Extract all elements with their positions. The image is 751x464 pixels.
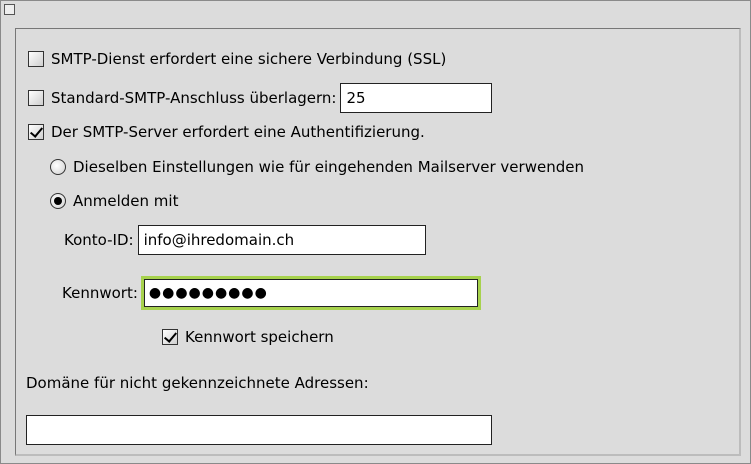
save-password-label: Kennwort speichern [185,328,334,346]
radio-login-with-row[interactable]: Anmelden mit [50,189,178,213]
radio-same-settings-row[interactable]: Dieselben Einstellungen wie für eingehen… [50,155,584,179]
password-masked-value: ●●●●●●●●● [148,285,268,301]
port-override-checkbox[interactable] [28,90,44,106]
port-override-label: Standard-SMTP-Anschluss überlagern: [51,89,337,107]
auth-required-label: Der SMTP-Server erfordert eine Authentif… [51,123,425,141]
smtp-ssl-row[interactable]: SMTP-Dienst erfordert eine sichere Verbi… [28,47,446,71]
account-row: Konto-ID: [64,225,426,255]
password-label: Kennwort: [62,284,138,302]
account-label: Konto-ID: [64,231,134,249]
domain-input[interactable] [26,415,492,445]
same-settings-label: Dieselben Einstellungen wie für eingehen… [73,158,584,176]
login-with-label: Anmelden mit [73,192,179,210]
login-with-radio[interactable] [50,193,66,209]
smtp-settings-panel: SMTP-Dienst erfordert eine sichere Verbi… [0,0,751,464]
save-password-row[interactable]: Kennwort speichern [162,325,334,349]
smtp-options-group: SMTP-Dienst erfordert eine sichere Verbi… [15,28,741,456]
save-password-checkbox[interactable] [162,329,178,345]
same-settings-radio[interactable] [50,159,66,175]
smtp-ssl-checkbox[interactable] [28,51,44,67]
password-input[interactable]: ●●●●●●●●● [140,276,481,310]
domain-label: Domäne für nicht gekennzeichnete Adresse… [26,374,369,392]
auth-required-row[interactable]: Der SMTP-Server erfordert eine Authentif… [28,120,425,144]
port-override-row: Standard-SMTP-Anschluss überlagern: [28,83,493,113]
account-id-input[interactable] [137,225,426,255]
auth-required-checkbox[interactable] [28,124,44,140]
window-corner-checkbox[interactable] [4,4,15,15]
smtp-ssl-label: SMTP-Dienst erfordert eine sichere Verbi… [51,50,447,68]
port-input[interactable] [340,83,493,113]
password-row: Kennwort: ●●●●●●●●● [62,276,481,310]
